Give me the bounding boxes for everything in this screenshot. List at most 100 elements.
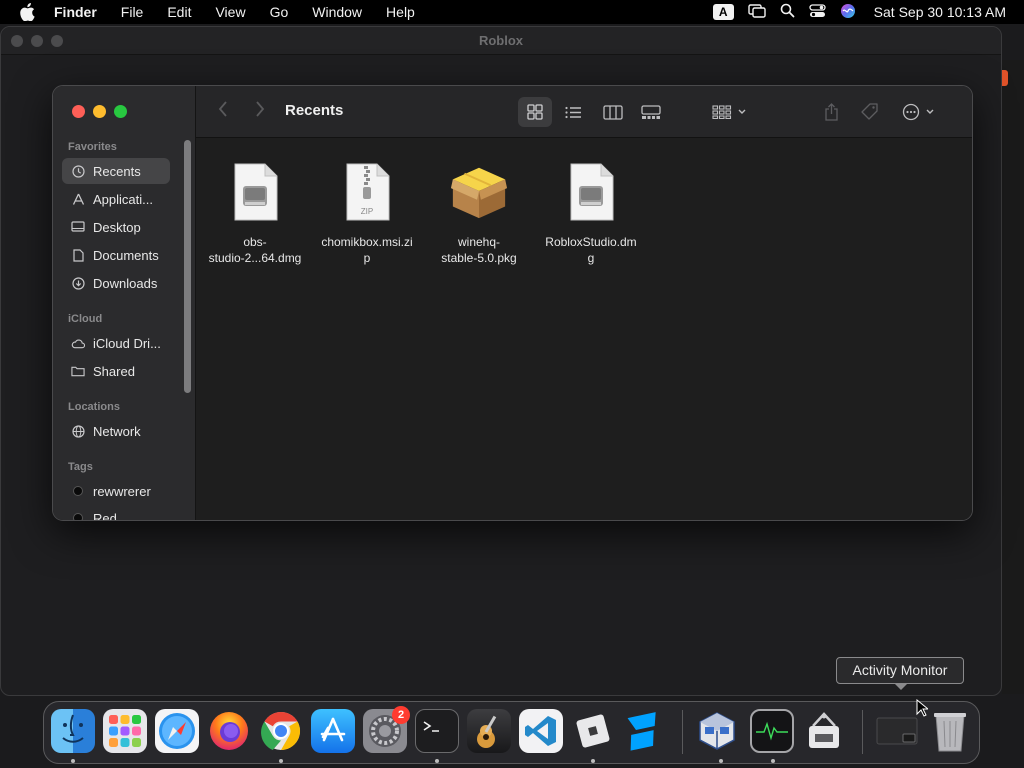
dock-launchpad-icon[interactable] xyxy=(103,709,147,753)
running-indicator xyxy=(71,759,75,763)
zoom-button[interactable] xyxy=(114,105,127,118)
file-item[interactable]: obs- studio-2...64.dmg xyxy=(199,160,311,266)
close-button[interactable] xyxy=(72,105,85,118)
finder-window-controls xyxy=(72,105,127,118)
dock-trash-icon[interactable] xyxy=(928,709,972,753)
sidebar-scrollbar[interactable] xyxy=(184,140,191,393)
file-name: RobloxStudio.dm g xyxy=(545,235,637,265)
tag-color-icon xyxy=(71,484,85,498)
sidebar-item-shared[interactable]: Shared xyxy=(62,358,170,384)
dock-minimized-window-icon[interactable] xyxy=(875,709,919,753)
dock-firefox-icon[interactable] xyxy=(207,709,251,753)
menu-clock[interactable]: Sat Sep 30 10:13 AM xyxy=(874,4,1006,20)
dock-garageband-icon[interactable] xyxy=(467,709,511,753)
location-title: Recents xyxy=(285,102,344,119)
roblox-titlebar[interactable]: Roblox xyxy=(1,27,1001,55)
dock-safari-icon[interactable] xyxy=(155,709,199,753)
sidebar-item-label: Red xyxy=(93,510,117,521)
spotlight-search-icon[interactable] xyxy=(780,3,795,21)
menu-window[interactable]: Window xyxy=(300,0,374,24)
file-browser-area[interactable]: obs- studio-2...64.dmg ZIP chomikbox.msi… xyxy=(196,138,972,520)
sidebar-item-label: Desktop xyxy=(93,219,141,235)
sidebar-item-label: Network xyxy=(93,423,141,439)
back-button[interactable] xyxy=(218,100,228,123)
file-item[interactable]: RobloxStudio.dm g xyxy=(535,160,647,266)
dock-roblox-icon[interactable] xyxy=(571,709,615,753)
sidebar-item-applications[interactable]: Applicati... xyxy=(62,186,170,212)
input-source-icon[interactable]: A xyxy=(712,4,734,20)
running-indicator xyxy=(591,759,595,763)
tag-button[interactable] xyxy=(857,97,883,127)
sidebar-item-network[interactable]: Network xyxy=(62,418,170,444)
download-icon xyxy=(71,276,85,290)
menu-view[interactable]: View xyxy=(203,0,257,24)
sidebar-item-tag[interactable]: rewwrerer xyxy=(62,478,170,504)
share-icon xyxy=(824,103,838,121)
sidebar-item-icloud-drive[interactable]: iCloud Dri... xyxy=(62,330,170,356)
sidebar-item-recents[interactable]: Recents xyxy=(62,158,170,184)
dock-terminal-icon[interactable] xyxy=(415,709,459,753)
menu-edit[interactable]: Edit xyxy=(155,0,203,24)
sidebar-item-label: Recents xyxy=(93,163,141,179)
globe-icon xyxy=(71,424,85,438)
menu-app-name[interactable]: Finder xyxy=(54,0,109,24)
sidebar-item-downloads[interactable]: Downloads xyxy=(62,270,170,296)
running-indicator xyxy=(279,759,283,763)
menu-file[interactable]: File xyxy=(109,0,156,24)
disk-image-icon xyxy=(561,160,621,224)
running-indicator xyxy=(771,759,775,763)
forward-button[interactable] xyxy=(255,100,265,123)
applications-icon xyxy=(71,192,85,206)
finder-sidebar: Favorites Recents Applicati... Desktop D… xyxy=(53,86,196,521)
file-item[interactable]: winehq- stable-5.0.pkg xyxy=(423,160,535,266)
dock-finder-icon[interactable] xyxy=(51,709,95,753)
sidebar-header-tags: Tags xyxy=(68,461,93,473)
clock-icon xyxy=(71,164,85,178)
cloud-icon xyxy=(71,336,85,350)
dock-chrome-icon[interactable] xyxy=(259,709,303,753)
menu-go[interactable]: Go xyxy=(258,0,301,24)
mouse-pointer-icon xyxy=(916,698,930,722)
minimize-button[interactable] xyxy=(93,105,106,118)
package-installer-icon xyxy=(449,160,509,224)
sidebar-header-locations: Locations xyxy=(68,401,120,413)
more-actions-button[interactable] xyxy=(900,97,940,127)
gallery-icon xyxy=(641,104,661,119)
gallery-view-button[interactable] xyxy=(634,97,668,127)
dock-vscode-icon[interactable] xyxy=(519,709,563,753)
dock-virtualbox-icon[interactable] xyxy=(695,709,739,753)
apple-menu-icon[interactable] xyxy=(0,0,54,24)
dock-activity-monitor-icon[interactable] xyxy=(750,709,794,753)
dock-separator xyxy=(862,710,863,754)
list-view-button[interactable] xyxy=(556,97,590,127)
dock-app-store-icon[interactable] xyxy=(311,709,355,753)
menu-help[interactable]: Help xyxy=(374,0,427,24)
screen-mirroring-icon[interactable] xyxy=(747,3,766,21)
icon-view-button[interactable] xyxy=(518,97,552,127)
svg-text:ZIP: ZIP xyxy=(361,207,373,216)
sidebar-item-label: Shared xyxy=(93,363,135,379)
sidebar-item-desktop[interactable]: Desktop xyxy=(62,214,170,240)
sidebar-header-favorites: Favorites xyxy=(68,141,117,153)
notification-edge-icon xyxy=(1002,70,1008,86)
zip-archive-icon: ZIP xyxy=(337,160,397,224)
column-view-button[interactable] xyxy=(596,97,630,127)
share-button[interactable] xyxy=(818,97,844,127)
finder-window: Favorites Recents Applicati... Desktop D… xyxy=(52,85,973,521)
dock-tooltip: Activity Monitor xyxy=(836,657,964,684)
sidebar-item-label: iCloud Dri... xyxy=(93,335,161,351)
group-grid-icon xyxy=(712,105,746,119)
tag-icon xyxy=(861,103,878,120)
columns-icon xyxy=(603,104,623,120)
file-item[interactable]: ZIP chomikbox.msi.zi p xyxy=(311,160,423,266)
sidebar-item-tag[interactable]: Red xyxy=(62,505,170,521)
menu-bar: Finder File Edit View Go Window Help A S… xyxy=(0,0,1024,24)
siri-icon[interactable] xyxy=(840,3,856,22)
dock-roblox-studio-icon[interactable] xyxy=(623,709,667,753)
grid-icon xyxy=(527,104,543,120)
control-center-icon[interactable] xyxy=(809,3,826,21)
sidebar-item-label: rewwrerer xyxy=(93,483,151,499)
sidebar-item-documents[interactable]: Documents xyxy=(62,242,170,268)
dock-archive-utility-icon[interactable] xyxy=(802,709,846,753)
group-by-button[interactable] xyxy=(708,97,752,127)
